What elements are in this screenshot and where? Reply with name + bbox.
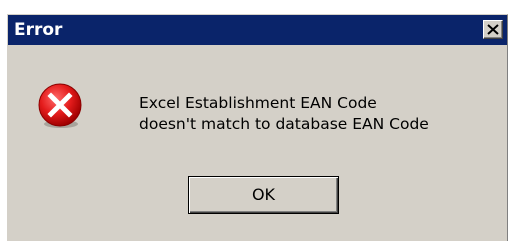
- close-icon: [487, 24, 499, 35]
- ok-button[interactable]: OK: [188, 176, 339, 214]
- dialog-title: Error: [14, 20, 63, 40]
- message-line-2: doesn't match to database EAN Code: [139, 115, 429, 133]
- error-message: Excel Establishment EAN Code doesn't mat…: [139, 93, 429, 135]
- error-dialog: Error Excel Establishment EAN Code doesn…: [7, 14, 508, 241]
- error-icon: [38, 83, 82, 128]
- ok-button-label: OK: [251, 185, 276, 204]
- close-button[interactable]: [483, 20, 503, 39]
- message-line-1: Excel Establishment EAN Code: [139, 94, 377, 112]
- title-bar[interactable]: Error: [8, 15, 507, 45]
